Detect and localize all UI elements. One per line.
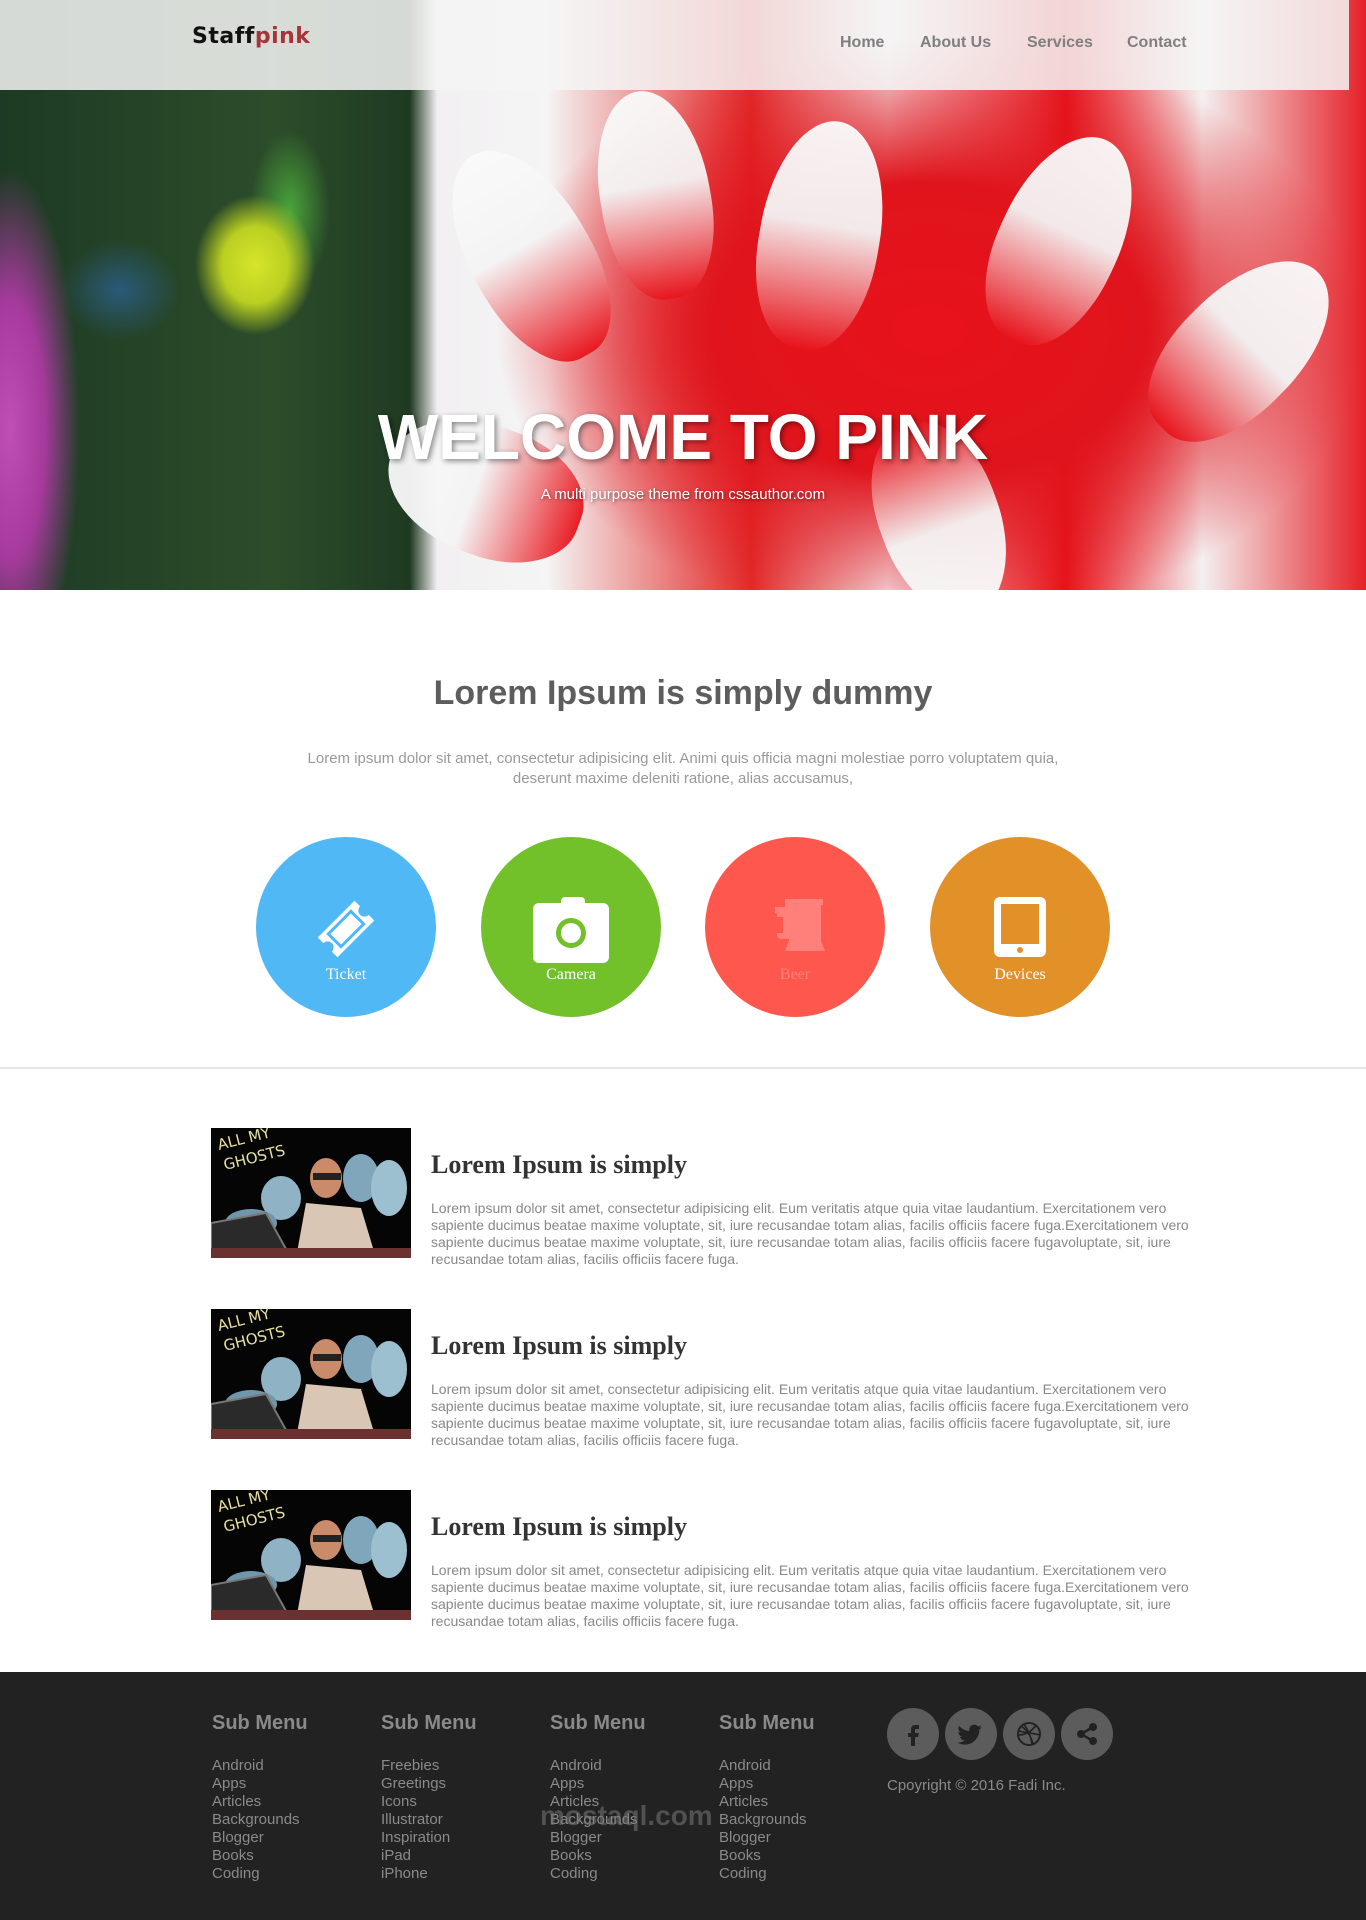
footer-column: Sub Menu Android Apps Articles Backgroun… xyxy=(719,1712,879,1883)
footer-column: Sub Menu Freebies Greetings Icons Illust… xyxy=(381,1712,541,1883)
footer-link[interactable]: Blogger xyxy=(212,1829,372,1847)
footer-link[interactable]: Blogger xyxy=(719,1829,879,1847)
share-icon xyxy=(1077,1723,1097,1745)
footer-column-title: Sub Menu xyxy=(381,1712,477,1734)
feature-devices[interactable]: Devices xyxy=(930,837,1110,1017)
feature-camera[interactable]: Camera xyxy=(481,837,661,1017)
logo-main: Staff xyxy=(192,24,255,49)
footer-column-title: Sub Menu xyxy=(719,1712,815,1734)
footer-link[interactable]: Coding xyxy=(550,1865,710,1883)
footer-link[interactable]: Apps xyxy=(719,1775,879,1793)
footer-link[interactable]: Backgrounds xyxy=(719,1811,879,1829)
ghosts-illustration: ALL MY GHOSTS xyxy=(211,1490,411,1620)
article-text: Lorem ipsum dolor sit amet, consectetur … xyxy=(431,1381,1189,1448)
twitter-icon xyxy=(958,1724,982,1745)
footer-column: Sub Menu Android Apps Articles Backgroun… xyxy=(550,1712,710,1883)
site-header: Staffpink Home About Us Services Contact xyxy=(0,0,1349,90)
nav-home[interactable]: Home xyxy=(840,34,884,52)
ticket-icon xyxy=(317,900,375,958)
ghosts-illustration: ALL MY GHOSTS xyxy=(211,1128,411,1258)
article-image[interactable]: ALL MY GHOSTS xyxy=(211,1490,411,1620)
feature-label: Camera xyxy=(546,966,596,983)
facebook-icon xyxy=(908,1725,919,1746)
footer-link[interactable]: iPhone xyxy=(381,1865,541,1883)
intro-text: Lorem ipsum dolor sit amet, consectetur … xyxy=(307,750,1059,787)
feature-label: Beer xyxy=(779,966,811,983)
site-footer: Sub Menu Android Apps Articles Backgroun… xyxy=(0,1672,1366,1920)
footer-link[interactable]: Android xyxy=(550,1757,710,1775)
nav-about-us[interactable]: About Us xyxy=(920,34,991,52)
footer-link[interactable]: Illustrator xyxy=(381,1811,541,1829)
logo-accent: pink xyxy=(254,24,311,49)
section-divider xyxy=(0,1067,1366,1069)
feature-label: Ticket xyxy=(325,966,367,983)
twitter-button[interactable] xyxy=(945,1708,997,1760)
nav-services[interactable]: Services xyxy=(1027,34,1093,52)
footer-column-title: Sub Menu xyxy=(212,1712,308,1734)
footer-link[interactable]: Articles xyxy=(719,1793,879,1811)
footer-link[interactable]: Android xyxy=(719,1757,879,1775)
footer-link[interactable]: Coding xyxy=(212,1865,372,1883)
article-item: ALL MY GHOSTS Lorem Ipsum is simply Lore… xyxy=(211,1309,1191,1448)
hero-image-petal xyxy=(740,111,900,359)
article-item: ALL MY GHOSTS Lorem Ipsum is simply Lore… xyxy=(211,1128,1191,1267)
hero-subtitle: A multi purpose theme from cssauthor.com xyxy=(540,486,826,503)
dribbble-icon xyxy=(1017,1722,1041,1746)
feature-beer[interactable]: Beer xyxy=(705,837,885,1017)
footer-link[interactable]: Greetings xyxy=(381,1775,541,1793)
article-image[interactable]: ALL MY GHOSTS xyxy=(211,1309,411,1439)
hero-title: WELCOME TO PINK xyxy=(377,401,989,473)
footer-link[interactable]: Apps xyxy=(550,1775,710,1793)
footer-link[interactable]: Coding xyxy=(719,1865,879,1883)
beer-icon xyxy=(775,899,825,951)
footer-link[interactable]: Apps xyxy=(212,1775,372,1793)
feature-ticket[interactable]: Ticket xyxy=(256,837,436,1017)
footer-link[interactable]: Freebies xyxy=(381,1757,541,1775)
footer-link[interactable]: Android xyxy=(212,1757,372,1775)
footer-link[interactable]: Inspiration xyxy=(381,1829,541,1847)
watermark: mostaql.com xyxy=(540,1800,713,1831)
article-title[interactable]: Lorem Ipsum is simply xyxy=(431,1512,687,1542)
camera-icon xyxy=(533,897,609,963)
article-title[interactable]: Lorem Ipsum is simply xyxy=(431,1150,687,1180)
footer-link[interactable]: Books xyxy=(719,1847,879,1865)
article-text: Lorem ipsum dolor sit amet, consectetur … xyxy=(431,1562,1189,1629)
hero-image-petal xyxy=(959,114,1161,366)
footer-link[interactable]: Books xyxy=(212,1847,372,1865)
footer-link[interactable]: Articles xyxy=(212,1793,372,1811)
dribbble-button[interactable] xyxy=(1003,1708,1055,1760)
footer-link[interactable]: Backgrounds xyxy=(212,1811,372,1829)
article-item: ALL MY GHOSTS Lorem Ipsum is simply Lore… xyxy=(211,1490,1191,1629)
share-button[interactable] xyxy=(1061,1708,1113,1760)
feature-label: Devices xyxy=(994,966,1046,983)
intro-title: Lorem Ipsum is simply dummy xyxy=(433,674,933,712)
footer-link[interactable]: Icons xyxy=(381,1793,541,1811)
footer-link[interactable]: iPad xyxy=(381,1847,541,1865)
footer-link[interactable]: Books xyxy=(550,1847,710,1865)
tablet-icon xyxy=(994,897,1046,957)
nav-contact[interactable]: Contact xyxy=(1127,34,1187,52)
copyright-text: Cpoyright © 2016 Fadi Inc. xyxy=(887,1777,1066,1794)
footer-column: Sub Menu Android Apps Articles Backgroun… xyxy=(212,1712,372,1883)
article-title[interactable]: Lorem Ipsum is simply xyxy=(431,1331,687,1361)
footer-column-title: Sub Menu xyxy=(550,1712,646,1734)
ghosts-illustration: ALL MY GHOSTS xyxy=(211,1309,411,1439)
logo[interactable]: Staffpink xyxy=(192,24,310,49)
facebook-button[interactable] xyxy=(887,1708,939,1760)
article-image[interactable]: ALL MY GHOSTS xyxy=(211,1128,411,1258)
article-text: Lorem ipsum dolor sit amet, consectetur … xyxy=(431,1200,1189,1267)
